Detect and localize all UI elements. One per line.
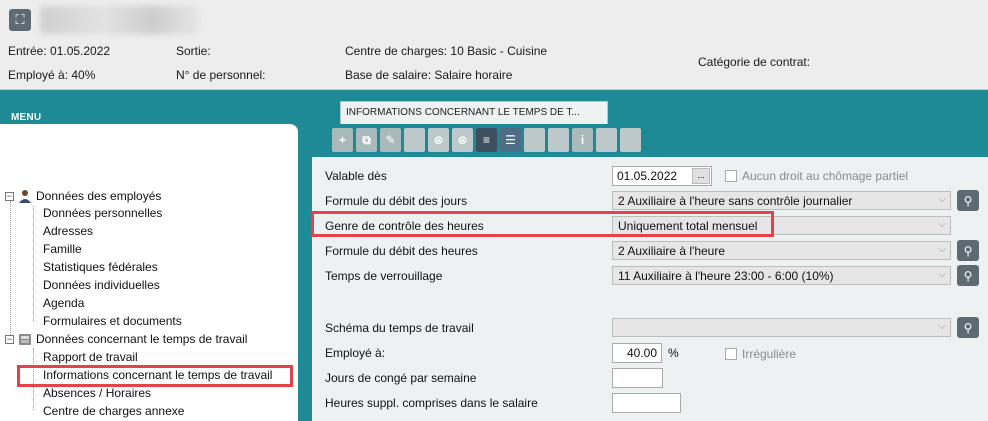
blank-button[interactable]	[620, 128, 641, 152]
search-icon[interactable]: ⚲	[957, 265, 979, 286]
chevron-down-icon: ⌵	[938, 244, 946, 255]
collapse-icon[interactable]: −	[5, 334, 14, 344]
sidebar-item-centre-charges-annexe[interactable]: Centre de charges annexe	[43, 402, 184, 420]
highlight-box	[311, 211, 774, 237]
expand-icon[interactable]: ⛶	[9, 9, 31, 31]
formule-jours-value: 2 Auxiliaire à l'heure sans contrôle jou…	[618, 194, 853, 208]
sidebar-item-label: Agenda	[43, 296, 85, 310]
list-view-icon[interactable]: ☰	[500, 128, 521, 152]
sidebar-item-label: Absences / Horaires	[43, 386, 152, 400]
sidebar-item-label: Centre de charges annexe	[43, 404, 185, 418]
search-icon[interactable]: ⚲	[957, 317, 979, 338]
chevron-down-icon: ⌵	[938, 269, 946, 280]
time-clock-icon	[18, 332, 32, 346]
categorie-contrat: Catégorie de contrat:	[698, 55, 811, 69]
formule-heures-value: 2 Auxiliaire à l'heure	[618, 244, 726, 258]
formule-heures-label: Formule du débit des heures	[325, 244, 478, 258]
highlight-box	[17, 365, 293, 387]
chevron-down-icon: ⌵	[938, 219, 946, 230]
date-picker-button[interactable]: ...	[692, 168, 710, 184]
tree-group-donnees-employes[interactable]: − Données des employés	[5, 187, 161, 205]
employe-a-label: Employé à:	[325, 346, 386, 360]
employee-name-blurred	[40, 6, 200, 34]
blank-button[interactable]	[404, 128, 425, 152]
detail-view-icon[interactable]: ≡	[476, 128, 497, 152]
formule-jours-select[interactable]: 2 Auxiliaire à l'heure sans contrôle jou…	[612, 191, 951, 210]
tree-group-temps-travail[interactable]: − Données concernant le temps de travail	[5, 330, 247, 348]
blank-button[interactable]	[524, 128, 545, 152]
valable-des-label: Valable dès	[325, 169, 387, 183]
info-icon[interactable]: i	[572, 128, 593, 152]
employe-a-input[interactable]: 40.00	[612, 343, 662, 363]
sidebar-item-donnees-personnelles[interactable]: Données personnelles	[43, 204, 162, 222]
employe-percent: Employé à: 40%	[8, 68, 96, 82]
add-icon[interactable]: +	[332, 128, 353, 152]
search-icon[interactable]: ⚲	[957, 190, 979, 211]
centre-charges: Centre de charges: 10 Basic - Cuisine	[345, 44, 548, 58]
schema-temps-label: Schéma du temps de travail	[325, 321, 474, 335]
schema-temps-select[interactable]: ⌵	[612, 318, 951, 337]
valable-des-input[interactable]: 01.05.2022 ...	[612, 166, 712, 186]
jours-conge-input[interactable]	[612, 368, 663, 388]
blank-button[interactable]	[596, 128, 617, 152]
sidebar-item-label: Données individuelles	[43, 278, 160, 292]
sidebar-item-famille[interactable]: Famille	[43, 240, 82, 258]
employee-header: ⛶ Entrée: 01.05.2022 Sortie: Centre de c…	[0, 0, 988, 90]
blank-button[interactable]	[548, 128, 569, 152]
copy-icon[interactable]: ⧉	[356, 128, 377, 152]
tree-group-label: Données concernant le temps de travail	[36, 332, 248, 346]
chevron-down-icon: ⌵	[938, 321, 946, 332]
tree-group-label: Données des employés	[36, 189, 162, 203]
aucun-droit-checkbox[interactable]	[725, 170, 737, 182]
search-icon[interactable]: ⚲	[957, 240, 979, 261]
delete-icon[interactable]: ⊗	[452, 128, 473, 152]
sidebar-item-label: Rapport de travail	[43, 350, 138, 364]
person-icon	[18, 189, 32, 203]
collapse-icon[interactable]: −	[5, 191, 14, 201]
temps-verrouillage-select[interactable]: 11 Auxiliaire à l'heure 23:00 - 6:00 (10…	[612, 266, 951, 285]
percent-unit: %	[668, 346, 679, 360]
heures-suppl-input[interactable]	[612, 393, 681, 413]
sortie-date: Sortie:	[176, 44, 211, 58]
numero-personnel: N° de personnel:	[176, 68, 266, 82]
sidebar-item-statistiques[interactable]: Statistiques fédérales	[43, 258, 158, 276]
sidebar-item-agenda[interactable]: Agenda	[43, 294, 84, 312]
sidebar-item-label: Statistiques fédérales	[43, 260, 158, 274]
toolbar: + ⧉ ✎ ⊗ ⊗ ≡ ☰ i	[332, 128, 641, 154]
base-salaire: Base de salaire: Salaire horaire	[345, 68, 513, 82]
tab-informations-temps-travail[interactable]: INFORMATIONS CONCERNANT LE TEMPS DE T...	[340, 101, 608, 124]
cancel-icon[interactable]: ⊗	[428, 128, 449, 152]
sidebar-item-donnees-individuelles[interactable]: Données individuelles	[43, 276, 160, 294]
heures-suppl-label: Heures suppl. comprises dans le salaire	[325, 396, 538, 410]
chevron-down-icon: ⌵	[938, 194, 946, 205]
sidebar-item-adresses[interactable]: Adresses	[43, 222, 93, 240]
entree-date: Entrée: 01.05.2022	[8, 44, 111, 58]
temps-verrouillage-label: Temps de verrouillage	[325, 269, 443, 283]
irreguliere-checkbox[interactable]	[725, 348, 737, 360]
temps-verrouillage-value: 11 Auxiliaire à l'heure 23:00 - 6:00 (10…	[618, 269, 834, 283]
sidebar-item-rapport-travail[interactable]: Rapport de travail	[43, 348, 138, 366]
irreguliere-label: Irrégulière	[742, 347, 797, 361]
sidebar-item-label: Formulaires et documents	[43, 314, 182, 328]
sidebar-item-label: Famille	[43, 242, 82, 256]
employe-a-value: 40.00	[626, 346, 657, 360]
valable-des-value: 01.05.2022	[617, 169, 678, 183]
sidebar-item-label: Adresses	[43, 224, 94, 238]
sidebar-item-formulaires[interactable]: Formulaires et documents	[43, 312, 182, 330]
menu-title: MENU	[11, 112, 42, 123]
formule-heures-select[interactable]: 2 Auxiliaire à l'heure ⌵	[612, 241, 951, 260]
aucun-droit-label: Aucun droit au chômage partiel	[742, 169, 909, 183]
form-panel: Valable dès 01.05.2022 ... Aucun droit a…	[312, 157, 988, 421]
jours-conge-label: Jours de congé par semaine	[325, 371, 477, 385]
edit-icon[interactable]: ✎	[380, 128, 401, 152]
sidebar-item-label: Données personnelles	[43, 206, 163, 220]
formule-jours-label: Formule du débit des jours	[325, 194, 468, 208]
